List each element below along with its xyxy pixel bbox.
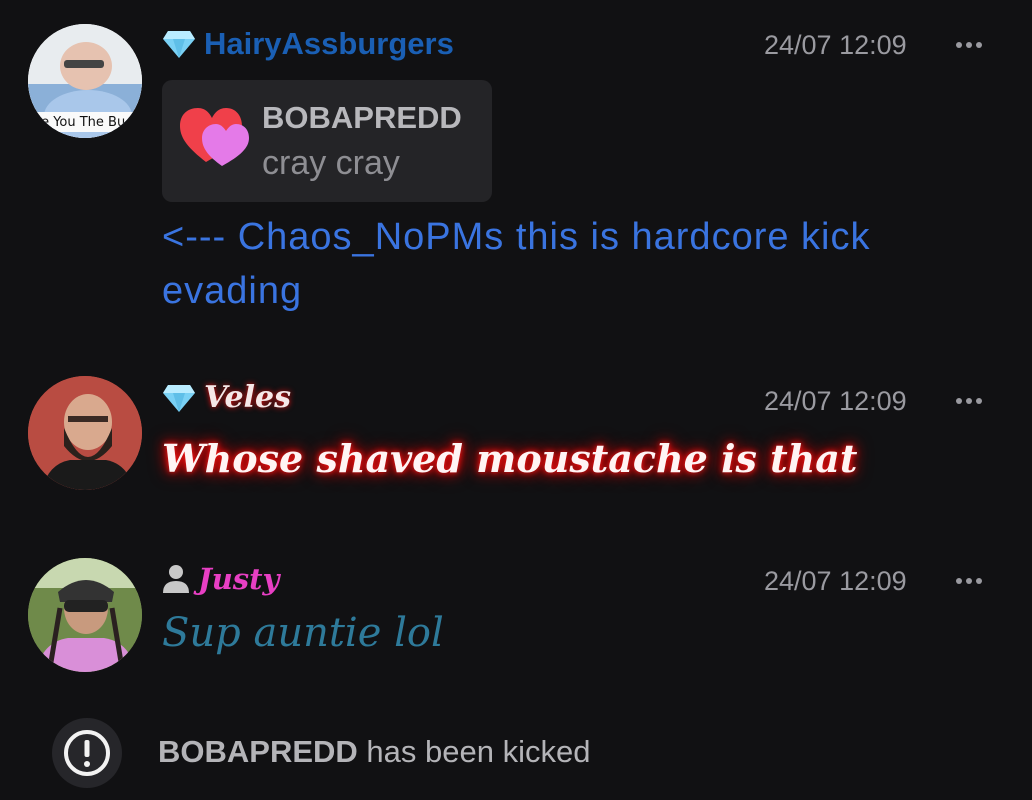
username[interactable]: Veles [204, 380, 291, 415]
message-text: Whose shaved moustache is that [162, 436, 858, 481]
username-row: Justy [162, 562, 279, 596]
system-notice: BOBAPREDD has been kicked [0, 714, 1032, 788]
timestamp: 24/07 12:09 [764, 30, 907, 60]
reply-author: BOBAPREDD [262, 100, 462, 135]
reply-quote[interactable]: BOBAPREDD cray cray [162, 80, 492, 202]
username[interactable]: HairyAssburgers [204, 26, 454, 62]
alert-icon [52, 718, 122, 788]
heart-icon [180, 108, 249, 166]
diamond-icon [163, 31, 195, 58]
user-icon [163, 565, 189, 593]
more-options-icon[interactable] [956, 396, 982, 406]
avatar[interactable] [28, 558, 142, 672]
avatar[interactable] [28, 376, 142, 490]
message-text: Sup auntie lol [162, 610, 444, 656]
username-row: Veles [162, 380, 291, 415]
system-message: has been kicked [366, 734, 591, 769]
chat-message: Justy 24/07 12:09 Sup auntie lol [0, 550, 1032, 690]
diamond-icon [163, 384, 195, 412]
kicked-user[interactable]: BOBAPREDD [158, 734, 358, 769]
chat-message: Veles 24/07 12:09 Whose shaved moustache… [0, 370, 1032, 520]
username-row: HairyAssburgers [162, 26, 454, 62]
system-text: BOBAPREDD has been kicked [158, 734, 590, 770]
avatar[interactable]: ke You The Bu [28, 24, 142, 138]
username[interactable]: Justy [198, 562, 279, 596]
chat-message: ke You The Bu HairyAssburgers 24/07 12:0… [0, 0, 1032, 340]
more-options-icon[interactable] [956, 40, 982, 50]
more-options-icon[interactable] [956, 576, 982, 586]
timestamp: 24/07 12:09 [764, 566, 907, 596]
avatar-caption: ke You The Bu [34, 115, 125, 130]
timestamp: 24/07 12:09 [764, 386, 907, 416]
message-text: <--- Chaos_NoPMs this is hardcore kick e… [162, 216, 871, 312]
reply-text: cray cray [262, 144, 400, 182]
